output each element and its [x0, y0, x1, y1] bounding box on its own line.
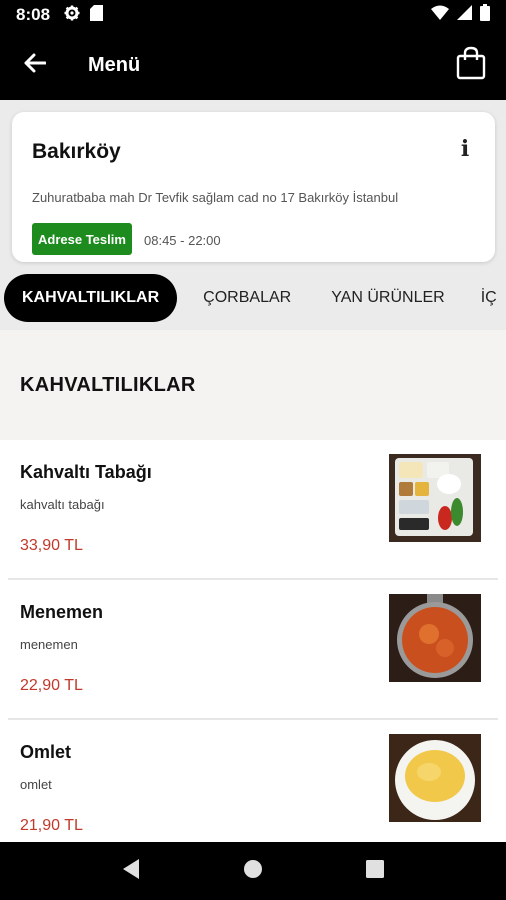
shopping-bag-icon: [456, 46, 486, 85]
menu-content[interactable]: Bakırköy i Zuhuratbaba mah Dr Tevfik sağ…: [0, 100, 506, 842]
nav-home-button[interactable]: [233, 851, 273, 891]
item-description: kahvaltı tabağı: [20, 497, 105, 512]
store-address: Zuhuratbaba mah Dr Tevfik sağlam cad no …: [32, 190, 399, 205]
status-time: 8:08: [16, 5, 51, 24]
sd-card-icon: [90, 4, 104, 26]
item-name: Omlet: [20, 742, 72, 762]
app-bar: Menü: [0, 30, 506, 100]
system-nav-bar: [0, 842, 506, 900]
battery-icon: [480, 4, 490, 26]
settings-gear-icon: [64, 5, 80, 26]
wifi-icon: [431, 5, 449, 25]
back-arrow-icon: [24, 53, 47, 78]
item-description: menemen: [20, 637, 78, 652]
page-title: Menü: [88, 53, 141, 76]
menu-item[interactable]: Omlet omlet 21,90 TL: [8, 720, 498, 842]
status-bar: 8:08: [0, 0, 506, 30]
store-card: Bakırköy i Zuhuratbaba mah Dr Tevfik sağ…: [12, 112, 495, 262]
menu-section: KAHVALTILIKLAR Kahvaltı Tabağı kahvaltı …: [0, 330, 506, 842]
nav-back-button[interactable]: [111, 851, 151, 891]
item-price: 33,90 TL: [20, 537, 83, 554]
section-title: KAHVALTILIKLAR: [20, 374, 196, 396]
item-image: [389, 734, 481, 822]
item-name: Kahvaltı Tabağı: [20, 462, 152, 482]
tab-kahvaltiliklar[interactable]: KAHVALTILIKLAR: [4, 274, 178, 322]
item-name: Menemen: [20, 602, 104, 622]
item-image: [389, 594, 481, 682]
nav-recents-button[interactable]: [355, 851, 395, 891]
item-price: 22,90 TL: [20, 677, 83, 694]
cart-button[interactable]: [436, 30, 506, 100]
menu-item[interactable]: Kahvaltı Tabağı kahvaltı tabağı 33,90 TL: [8, 440, 498, 580]
delivery-badge: Adrese Teslim: [32, 223, 132, 255]
nav-home-icon: [243, 859, 263, 884]
signal-icon: [457, 5, 472, 25]
section-header: KAHVALTILIKLAR: [0, 330, 506, 440]
category-tabs: KAHVALTILIKLAR ÇORBALAR YAN ÜRÜNLER İÇ: [0, 272, 506, 324]
status-notification-icons: [64, 4, 104, 26]
tab-yan-urunler[interactable]: YAN ÜRÜNLER: [313, 274, 463, 322]
status-system-icons: [431, 4, 490, 26]
nav-back-icon: [121, 858, 141, 885]
store-name: Bakırköy: [32, 140, 121, 163]
store-hours: 08:45 - 22:00: [144, 233, 221, 248]
tab-icecekler[interactable]: İÇ: [463, 274, 506, 322]
tab-corbalar[interactable]: ÇORBALAR: [185, 274, 309, 322]
item-description: omlet: [20, 777, 52, 792]
nav-recents-icon: [366, 859, 384, 883]
info-icon[interactable]: i: [455, 136, 475, 162]
item-image: [389, 454, 481, 542]
item-price: 21,90 TL: [20, 817, 83, 834]
back-button[interactable]: [0, 30, 70, 100]
menu-item[interactable]: Menemen menemen 22,90 TL: [8, 580, 498, 720]
